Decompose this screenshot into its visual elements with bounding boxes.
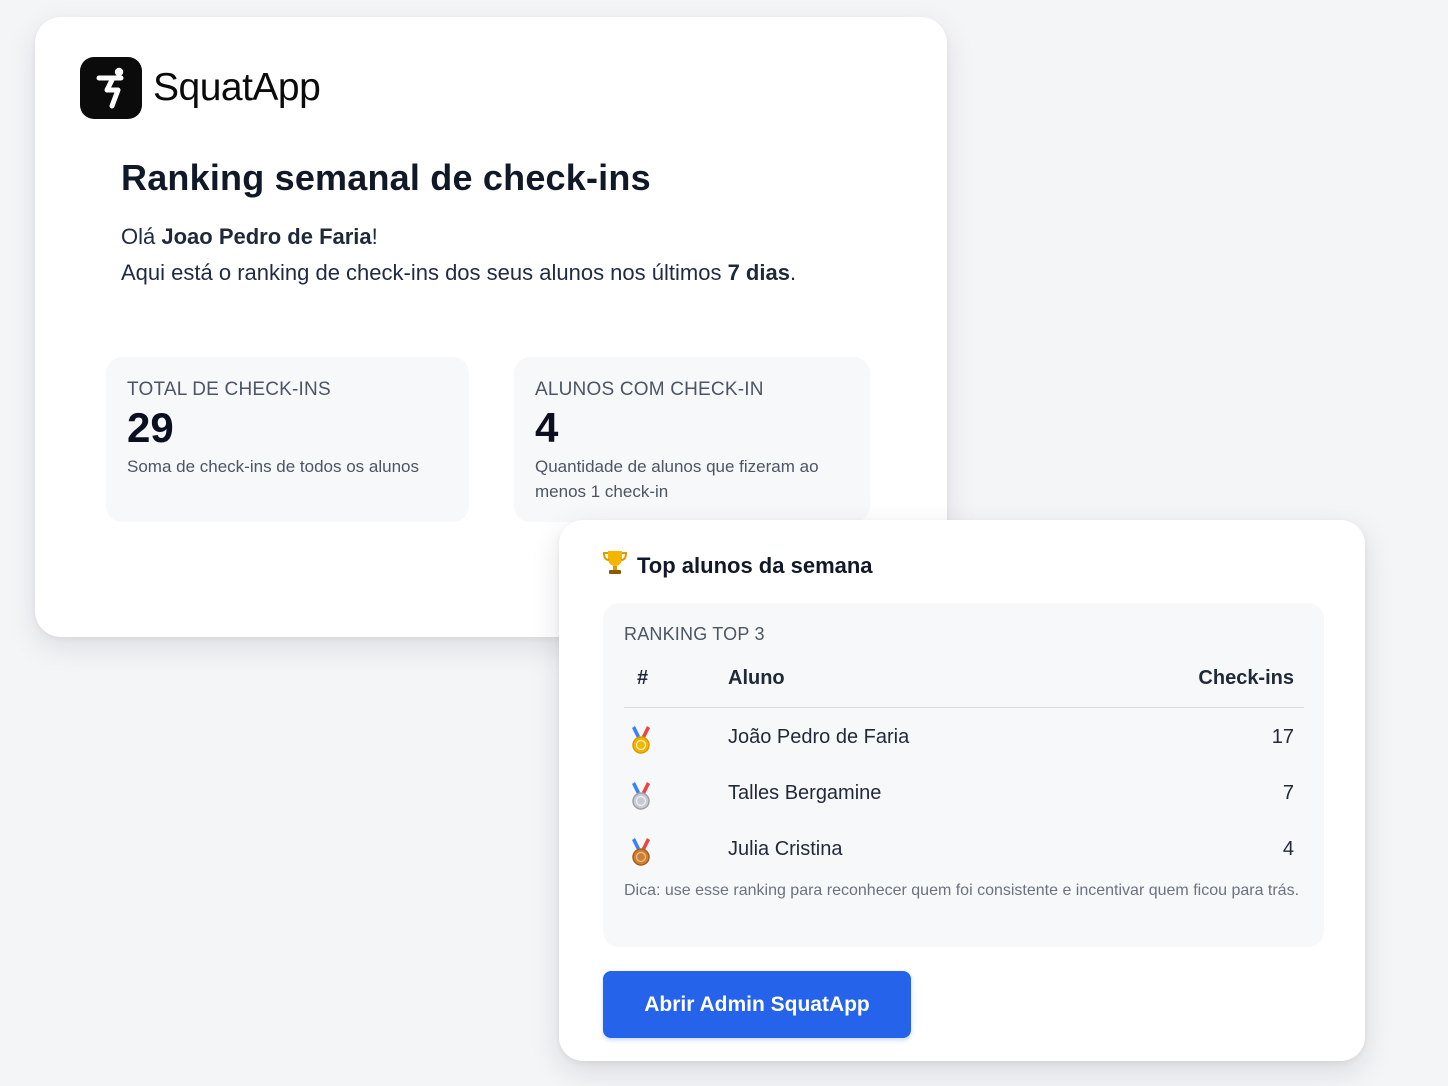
top-header: Top alunos da semana xyxy=(602,548,873,583)
silver-medal-icon xyxy=(628,781,654,811)
days-count: 7 dias xyxy=(727,260,790,285)
column-header-student: Aluno xyxy=(728,667,785,689)
squat-figure-icon xyxy=(80,57,142,119)
greeting-prefix: Olá xyxy=(121,224,162,249)
column-header-rank: # xyxy=(637,667,649,689)
student-name: Talles Bergamine xyxy=(728,782,882,804)
stat-description: Quantidade de alunos que fizeram ao meno… xyxy=(535,457,819,501)
gold-medal-icon xyxy=(628,725,654,755)
intro-sentence: Aqui está o ranking de check-ins dos seu… xyxy=(121,260,728,285)
stat-value: 4 xyxy=(535,404,559,451)
student-checkins: 17 xyxy=(1271,726,1294,748)
ranking-label: RANKING TOP 3 xyxy=(624,624,765,644)
student-checkins: 7 xyxy=(1282,782,1294,804)
top-title: Top alunos da semana xyxy=(637,552,873,578)
student-checkins: 4 xyxy=(1282,838,1294,860)
ranking-table: RANKING TOP 3 # Aluno Check-ins João Ped… xyxy=(603,603,1324,947)
student-name: Julia Cristina xyxy=(728,838,843,860)
open-admin-button[interactable]: Abrir Admin SquatApp xyxy=(603,971,911,1038)
table-row: Talles Bergamine 7 xyxy=(624,775,1304,815)
stat-students-with-checkin: ALUNOS COM CHECK-IN 4 Quantidade de alun… xyxy=(514,357,870,522)
stat-label: ALUNOS COM CHECK-IN xyxy=(535,379,764,400)
trophy-icon xyxy=(602,548,628,583)
stat-value: 29 xyxy=(127,404,174,451)
table-row: João Pedro de Faria 17 xyxy=(624,719,1304,759)
bronze-medal-icon xyxy=(628,837,654,867)
column-header-checkins: Check-ins xyxy=(1198,667,1294,689)
intro-end: . xyxy=(789,260,797,285)
brand-name: SquatApp xyxy=(153,66,321,109)
greeting-suffix: ! xyxy=(371,224,378,249)
brand: SquatApp xyxy=(80,57,321,119)
stat-description: Soma de check-ins de todos os alunos xyxy=(127,457,420,476)
intro-text: Olá Joao Pedro de Faria! Aqui está o ran… xyxy=(121,219,811,291)
table-row: Julia Cristina 4 xyxy=(624,831,1304,871)
student-name: João Pedro de Faria xyxy=(728,726,910,748)
top-students-card: Top alunos da semana RANKING TOP 3 # Alu… xyxy=(559,520,1365,1061)
page-title: Ranking semanal de check-ins xyxy=(121,157,651,198)
stat-total-checkins: TOTAL DE CHECK-INS 29 Soma de check-ins … xyxy=(106,357,469,522)
user-name: Joao Pedro de Faria xyxy=(161,224,372,249)
tip-text: Dica: use esse ranking para reconhecer q… xyxy=(624,882,1300,899)
stat-label: TOTAL DE CHECK-INS xyxy=(127,379,331,400)
table-header: # Aluno Check-ins xyxy=(624,661,1304,708)
